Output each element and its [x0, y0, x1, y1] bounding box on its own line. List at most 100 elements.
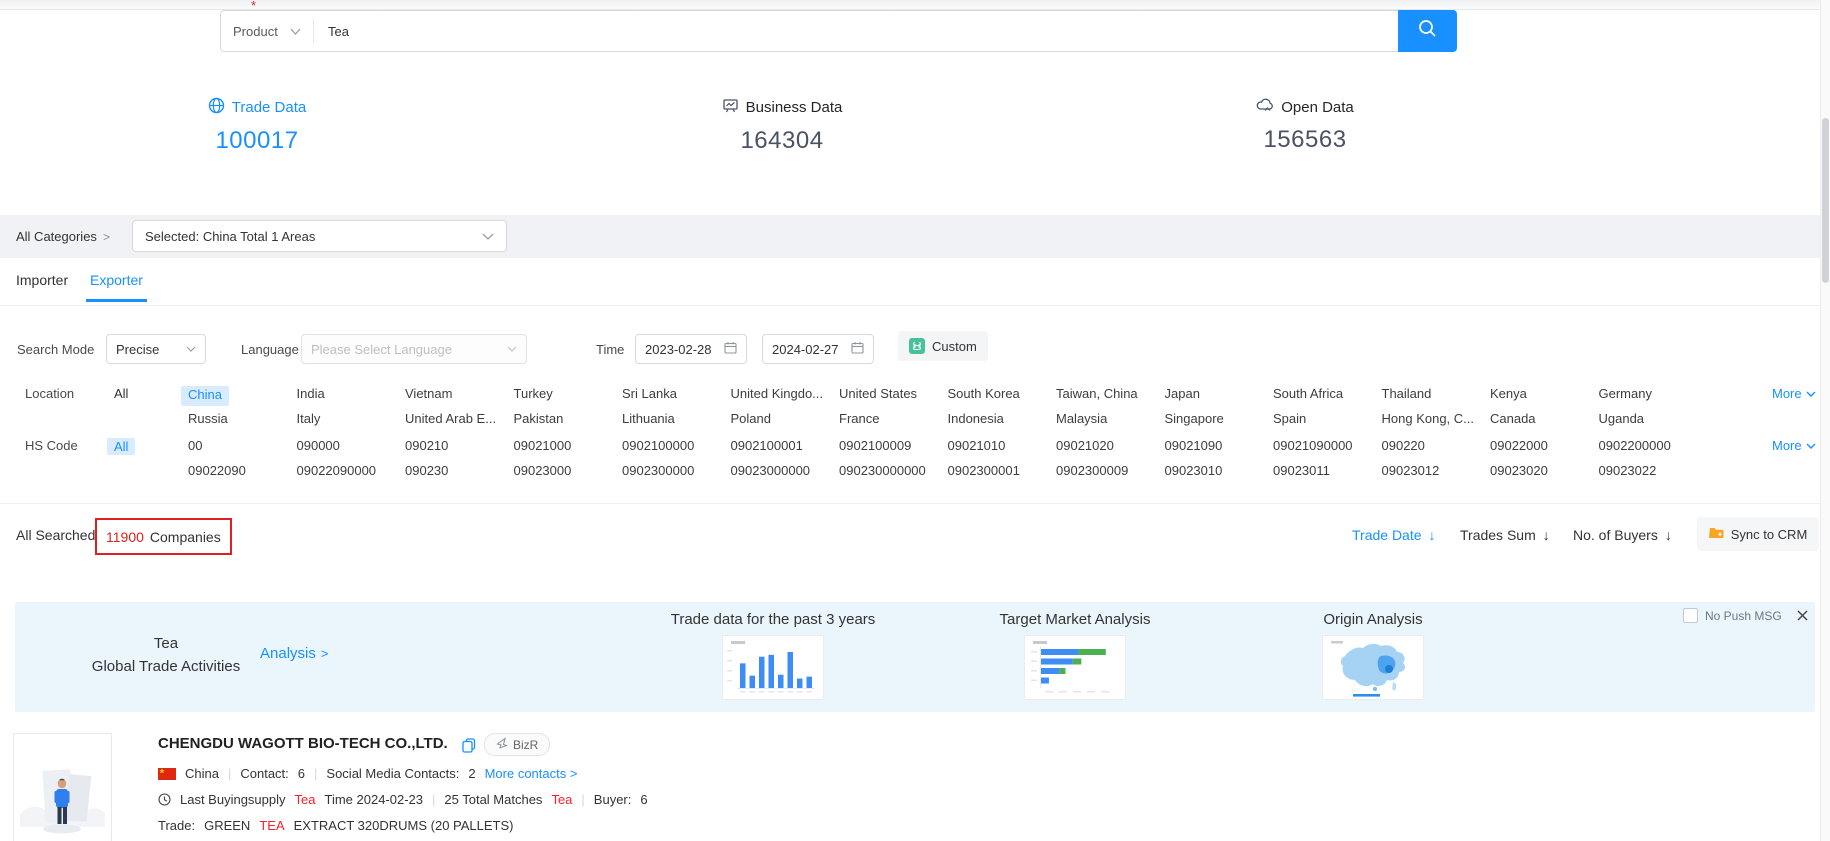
hscode-item[interactable]: 09022090 — [188, 463, 246, 483]
scrollbar-thumb[interactable] — [1822, 118, 1829, 283]
sync-to-crm-button[interactable]: Sync to CRM — [1697, 517, 1819, 551]
location-item[interactable]: Poland — [731, 411, 771, 431]
location-item[interactable]: Kenya — [1490, 386, 1527, 406]
location-item[interactable]: Taiwan, China — [1056, 386, 1138, 406]
location-item[interactable]: India — [297, 386, 325, 406]
hscode-item[interactable]: 09023000 — [514, 463, 572, 483]
hscode-item[interactable]: 09021010 — [948, 438, 1006, 458]
hscode-all-chip[interactable]: All — [107, 438, 135, 455]
hscode-item[interactable]: 09023022 — [1599, 463, 1657, 483]
hscode-item[interactable]: 09022000 — [1490, 438, 1548, 458]
location-item[interactable]: South Africa — [1273, 386, 1343, 406]
location-item[interactable]: Singapore — [1165, 411, 1224, 431]
hscode-item[interactable]: 09021000 — [514, 438, 572, 458]
tab-importer[interactable]: Importer — [16, 258, 68, 302]
location-item[interactable]: Lithuania — [622, 411, 675, 431]
close-icon[interactable] — [1797, 610, 1808, 621]
hscode-more-link[interactable]: More — [1772, 438, 1816, 453]
all-categories-link[interactable]: All Categories > — [16, 229, 110, 244]
date-to-input[interactable]: 2024-02-27 — [762, 334, 874, 364]
location-item[interactable]: Malaysia — [1056, 411, 1107, 431]
stat-business-data[interactable]: Business Data 164304 — [622, 97, 942, 155]
hscode-item[interactable]: 09021020 — [1056, 438, 1114, 458]
hscode-item[interactable]: 09023011 — [1273, 463, 1330, 483]
stat-open-data[interactable]: Open Data 156563 — [1145, 97, 1465, 154]
hscode-item[interactable]: 0902100001 — [731, 438, 803, 458]
banner-title: Tea Global Trade Activities — [60, 632, 272, 678]
location-item[interactable]: China — [181, 386, 229, 406]
hscode-item[interactable]: 0902300000 — [622, 463, 694, 483]
date-from-input[interactable]: 2023-02-28 — [635, 334, 747, 364]
stat-value: 156563 — [1145, 126, 1465, 154]
hscode-item[interactable]: 090000 — [297, 438, 340, 458]
china-map-thumbnail[interactable] — [1322, 635, 1424, 700]
language-select[interactable]: Please Select Language — [301, 334, 527, 364]
search-category-select[interactable]: Product — [221, 11, 313, 51]
hscode-item[interactable]: 09021090 — [1165, 438, 1223, 458]
stat-label: Business Data — [746, 99, 843, 116]
company-name[interactable]: CHENGDU WAGOTT BIO-TECH CO.,LTD. — [158, 735, 448, 752]
location-item[interactable]: Thailand — [1382, 386, 1432, 406]
sort-no-of-buyers[interactable]: No. of Buyers ↓ — [1573, 527, 1672, 543]
hscode-item[interactable]: 09023012 — [1382, 463, 1440, 483]
location-item[interactable]: Turkey — [514, 386, 553, 406]
location-item[interactable]: United States — [839, 386, 917, 406]
location-item[interactable]: Canada — [1490, 411, 1536, 431]
location-item[interactable]: Pakistan — [514, 411, 564, 431]
search-button[interactable] — [1398, 10, 1457, 52]
search-category-value: Product — [233, 24, 278, 39]
selected-areas-select[interactable]: Selected: China Total 1 Areas — [132, 220, 507, 252]
hscode-item[interactable]: 09021090000 — [1273, 438, 1353, 458]
trade-label: Trade: — [158, 818, 195, 833]
hscode-item[interactable]: 00 — [188, 438, 202, 458]
hscode-item[interactable]: 09023010 — [1165, 463, 1223, 483]
location-item[interactable]: United Kingdo... — [731, 386, 824, 406]
location-item[interactable]: United Arab E... — [405, 411, 496, 431]
custom-time-button[interactable]: Custom — [898, 331, 988, 361]
location-item[interactable]: Indonesia — [948, 411, 1004, 431]
hbar-chart-thumbnail[interactable] — [1024, 635, 1126, 700]
company-thumbnail[interactable] — [13, 733, 112, 841]
location-item[interactable]: Sri Lanka — [622, 386, 677, 406]
page-scrollbar[interactable] — [1820, 0, 1830, 841]
location-item[interactable]: Uganda — [1599, 411, 1645, 431]
hscode-item[interactable]: 09023000000 — [731, 463, 811, 483]
analysis-link[interactable]: Analysis > — [260, 645, 328, 662]
search-mode-select[interactable]: Precise — [106, 334, 206, 364]
hscode-item[interactable]: 0902100009 — [839, 438, 911, 458]
hscode-item[interactable]: 09022090000 — [297, 463, 377, 483]
tab-exporter[interactable]: Exporter — [90, 258, 143, 302]
hscode-item[interactable]: 0902300001 — [948, 463, 1020, 483]
hscode-item[interactable]: 090210 — [405, 438, 448, 458]
location-item[interactable]: Italy — [297, 411, 321, 431]
hscode-item[interactable]: 0902100000 — [622, 438, 694, 458]
contact-value: 6 — [298, 766, 305, 781]
hscode-item[interactable]: 090230000000 — [839, 463, 926, 483]
location-item[interactable]: France — [839, 411, 879, 431]
location-more-link[interactable]: More — [1772, 386, 1816, 401]
hscode-item[interactable]: 09023020 — [1490, 463, 1548, 483]
date-from-value: 2023-02-28 — [645, 342, 712, 357]
hscode-item[interactable]: 0902200000 — [1599, 438, 1671, 458]
hscode-item[interactable]: 090230 — [405, 463, 448, 483]
location-item[interactable]: Spain — [1273, 411, 1306, 431]
highlight-product: Tea — [295, 792, 316, 807]
location-item[interactable]: Russia — [188, 411, 228, 431]
sort-trade-date[interactable]: Trade Date ↓ — [1352, 527, 1436, 543]
location-item[interactable]: Hong Kong, C... — [1382, 411, 1475, 431]
hscode-item[interactable]: 0902300009 — [1056, 463, 1128, 483]
location-item[interactable]: South Korea — [948, 386, 1020, 406]
location-item[interactable]: Germany — [1599, 386, 1652, 406]
location-all-chip[interactable]: All — [114, 386, 128, 401]
stat-trade-data[interactable]: Trade Data 100017 — [97, 97, 417, 155]
sort-trades-sum[interactable]: Trades Sum ↓ — [1460, 527, 1550, 543]
search-input[interactable]: Tea — [314, 24, 1398, 39]
location-item[interactable]: Japan — [1165, 386, 1200, 406]
location-item[interactable]: Vietnam — [405, 386, 452, 406]
no-push-checkbox[interactable] — [1683, 608, 1698, 623]
hscode-item[interactable]: 090220 — [1382, 438, 1425, 458]
bizr-badge[interactable]: BizR — [484, 733, 550, 756]
more-contacts-link[interactable]: More contacts > — [485, 766, 578, 781]
bar-chart-thumbnail[interactable] — [722, 635, 824, 700]
copy-icon[interactable] — [462, 738, 476, 753]
